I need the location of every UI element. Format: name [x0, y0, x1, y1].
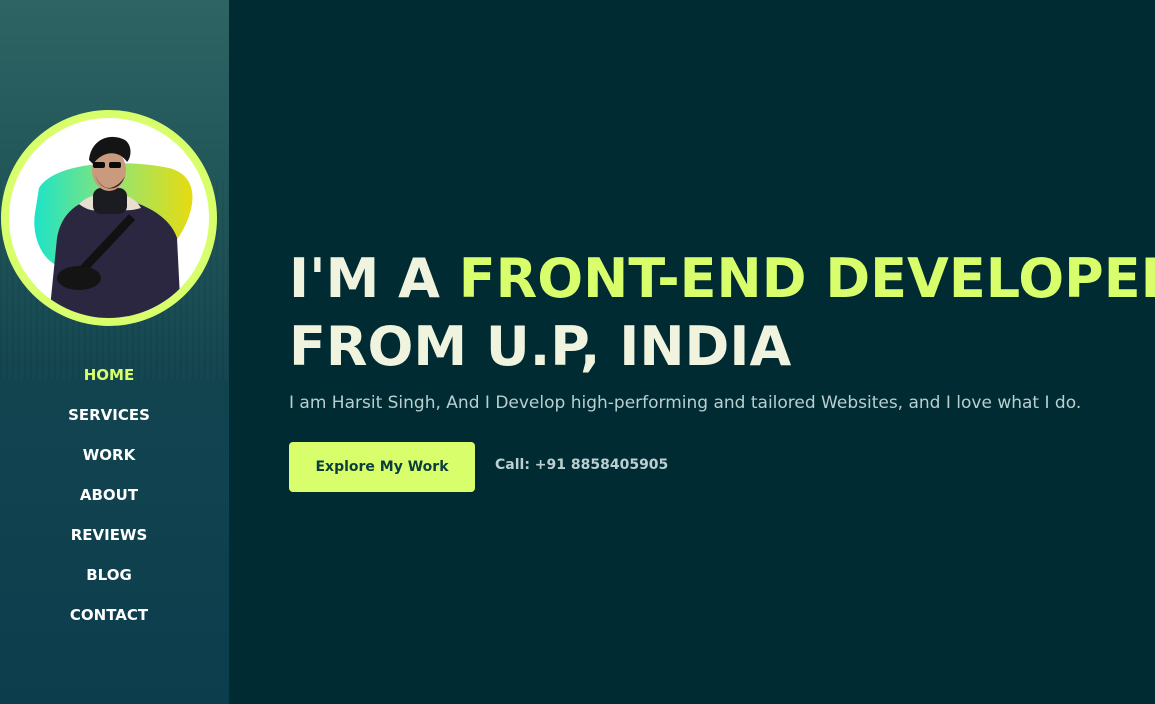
nav-item-reviews[interactable]: REVIEWS: [71, 520, 148, 560]
headline-prefix: I'M A: [289, 247, 459, 310]
hero-section: I'M A FRONT-END DEVELOPER FROM U.P, INDI…: [229, 0, 1155, 704]
nav-item-home[interactable]: HOME: [84, 360, 134, 400]
sidebar: HOME SERVICES WORK ABOUT REVIEWS BLOG CO…: [0, 0, 229, 704]
avatar: [1, 110, 217, 326]
nav-item-about[interactable]: ABOUT: [80, 480, 138, 520]
avatar-photo: [9, 118, 209, 318]
headline-accent: FRONT-END DEVELOPER: [458, 247, 1155, 310]
person-photo-icon: [34, 136, 193, 318]
main-nav: HOME SERVICES WORK ABOUT REVIEWS BLOG CO…: [0, 360, 218, 640]
hero-subtitle: I am Harsit Singh, And I Develop high-pe…: [289, 393, 1082, 413]
nav-item-services[interactable]: SERVICES: [68, 400, 150, 440]
nav-item-work[interactable]: WORK: [83, 440, 135, 480]
headline-line2: FROM U.P, INDIA: [289, 315, 792, 378]
explore-work-button[interactable]: Explore My Work: [289, 442, 475, 492]
call-link[interactable]: Call: +91 8858405905: [495, 455, 668, 475]
nav-item-blog[interactable]: BLOG: [86, 560, 132, 600]
hero-headline: I'M A FRONT-END DEVELOPER FROM U.P, INDI…: [289, 245, 1155, 381]
nav-item-contact[interactable]: CONTACT: [70, 600, 148, 640]
